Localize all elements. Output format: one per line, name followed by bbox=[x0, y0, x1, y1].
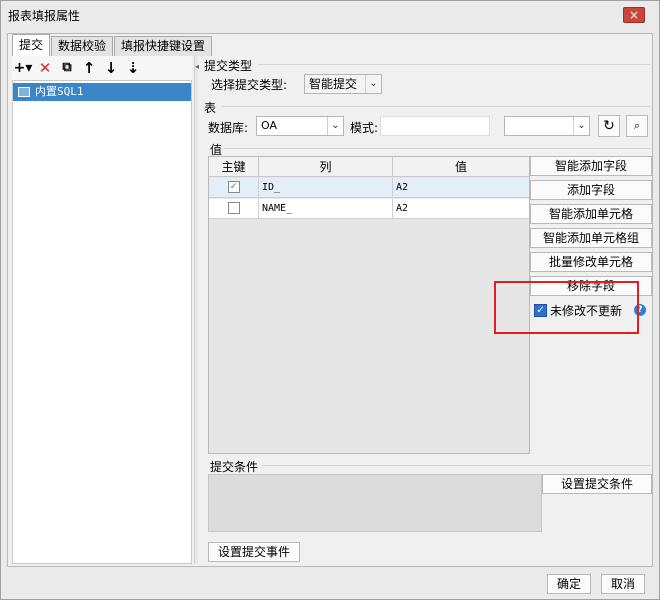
set-submit-condition-button[interactable]: 设置提交条件 bbox=[542, 474, 652, 494]
tab-data-validation[interactable]: 数据校验 bbox=[51, 36, 114, 56]
select-submit-type-label: 选择提交类型: bbox=[211, 78, 288, 92]
table-section-label: 表 bbox=[204, 101, 217, 115]
database-label: 数据库: bbox=[208, 121, 249, 135]
list-item[interactable]: 内置SQL1 bbox=[13, 83, 191, 101]
sort-icon[interactable]: ⇣ bbox=[122, 57, 144, 79]
copy-icon[interactable]: ⧉ bbox=[56, 57, 78, 79]
key-cell bbox=[209, 199, 259, 218]
tab-shortcut-settings[interactable]: 填报快捷键设置 bbox=[114, 36, 213, 56]
schema-select[interactable] bbox=[380, 116, 490, 136]
add-field-button[interactable]: 添加字段 bbox=[530, 180, 652, 200]
submit-type-value: 智能提交 bbox=[309, 77, 358, 91]
database-icon bbox=[18, 87, 30, 97]
table-row[interactable]: ✓ ID_ A2 bbox=[209, 178, 529, 198]
panel-splitter[interactable]: ◂ bbox=[194, 56, 199, 564]
close-button[interactable]: × bbox=[623, 7, 645, 23]
column-cell[interactable]: ID_ bbox=[259, 178, 393, 197]
left-toolbar: +▾ ✕ ⧉ ↑ ↓ ⇣ bbox=[12, 56, 192, 80]
add-dropdown-icon[interactable]: +▾ bbox=[12, 57, 34, 79]
table-select[interactable]: ⌄ bbox=[504, 116, 590, 136]
tab-bar: 提交 数据校验 填报快捷键设置 bbox=[12, 34, 213, 56]
divider bbox=[222, 106, 650, 107]
submit-condition-area bbox=[208, 474, 542, 532]
dialog-window: 报表填报属性 × 提交 数据校验 填报快捷键设置 +▾ ✕ ⧉ ↑ ↓ ⇣ 内置… bbox=[0, 0, 660, 600]
cancel-button[interactable]: 取消 bbox=[601, 574, 645, 594]
submit-condition-label: 提交条件 bbox=[210, 460, 259, 474]
column-cell[interactable]: NAME_ bbox=[259, 199, 393, 218]
smart-add-cell-group-button[interactable]: 智能添加单元格组 bbox=[530, 228, 652, 248]
schema-label: 模式: bbox=[350, 121, 379, 135]
set-submit-event-button[interactable]: 设置提交事件 bbox=[208, 542, 300, 562]
grid-header: 主键 列 值 bbox=[209, 157, 529, 177]
chevron-down-icon: ⌄ bbox=[573, 117, 589, 135]
key-checkbox[interactable] bbox=[227, 202, 240, 214]
sql-list: 内置SQL1 bbox=[12, 80, 192, 564]
key-checkbox[interactable]: ✓ bbox=[227, 181, 240, 193]
smart-add-field-button[interactable]: 智能添加字段 bbox=[530, 156, 652, 176]
submit-type-select[interactable]: 智能提交 ⌄ bbox=[304, 74, 382, 94]
value-cell[interactable]: A2 bbox=[393, 199, 529, 218]
chevron-down-icon: ⌄ bbox=[365, 75, 381, 93]
table-row[interactable]: NAME_ A2 bbox=[209, 199, 529, 219]
refresh-icon[interactable]: ↻ bbox=[598, 115, 620, 137]
collapse-arrow-icon[interactable]: ◂ bbox=[195, 62, 199, 71]
divider bbox=[224, 148, 650, 149]
highlight-box bbox=[494, 281, 639, 334]
submit-type-label: 提交类型 bbox=[204, 59, 253, 73]
divider bbox=[258, 64, 650, 65]
window-title: 报表填报属性 bbox=[8, 9, 81, 23]
move-up-icon[interactable]: ↑ bbox=[78, 57, 100, 79]
smart-add-cell-button[interactable]: 智能添加单元格 bbox=[530, 204, 652, 224]
move-down-icon[interactable]: ↓ bbox=[100, 57, 122, 79]
tab-submit[interactable]: 提交 bbox=[12, 34, 51, 56]
column-header-value: 值 bbox=[454, 160, 467, 174]
database-select[interactable]: OA ⌄ bbox=[256, 116, 344, 136]
column-header-key: 主键 bbox=[209, 157, 259, 177]
title-bar: 报表填报属性 × bbox=[1, 1, 659, 29]
database-value: OA bbox=[261, 119, 277, 132]
preview-icon[interactable]: ⌕ bbox=[626, 115, 648, 137]
divider bbox=[262, 465, 650, 466]
column-header-column: 列 bbox=[259, 157, 393, 177]
values-grid: 主键 列 值 ✓ ID_ A2 NAME_ A2 bbox=[208, 156, 530, 454]
chevron-down-icon: ⌄ bbox=[327, 117, 343, 135]
delete-icon[interactable]: ✕ bbox=[34, 57, 56, 79]
value-cell[interactable]: A2 bbox=[393, 178, 529, 197]
batch-modify-cell-button[interactable]: 批量修改单元格 bbox=[530, 252, 652, 272]
list-item-label: 内置SQL1 bbox=[35, 85, 84, 98]
key-cell: ✓ bbox=[209, 178, 259, 197]
ok-button[interactable]: 确定 bbox=[547, 574, 591, 594]
